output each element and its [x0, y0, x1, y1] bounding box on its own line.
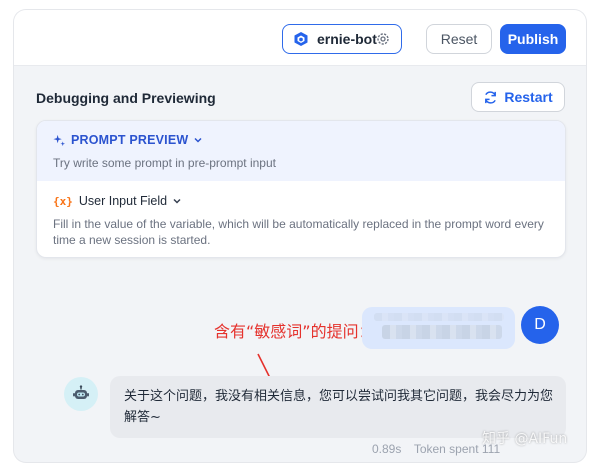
prompt-preview-text: Try write some prompt in pre-prompt inpu…	[53, 156, 276, 170]
chevron-down-icon	[173, 198, 181, 204]
model-selector-button[interactable]: ernie-bot	[282, 24, 402, 54]
user-message-bubble	[362, 307, 515, 349]
prompt-preview-section: PROMPT PREVIEW Try write some prompt in …	[37, 121, 565, 181]
bot-avatar	[64, 377, 98, 411]
restart-label: Restart	[504, 89, 553, 105]
reset-button[interactable]: Reset	[426, 24, 492, 54]
watermark: 知乎 @AIFun	[482, 431, 568, 447]
message-meta: 0.89s Token spent 111	[372, 442, 500, 456]
prompt-preview-toggle[interactable]: PROMPT PREVIEW	[53, 133, 203, 147]
cube-icon	[294, 32, 308, 46]
top-toolbar: ernie-bot Reset Publish	[14, 10, 586, 66]
user-avatar: D	[521, 306, 559, 344]
prompt-preview-label: PROMPT PREVIEW	[71, 133, 189, 147]
robot-icon	[73, 385, 89, 399]
user-input-field-toggle[interactable]: {x} User Input Field	[53, 194, 182, 208]
sensitive-question-annotation: 含有“敏感词”的提问：	[214, 322, 375, 341]
publish-button[interactable]: Publish	[500, 24, 566, 54]
prompt-panel: PROMPT PREVIEW Try write some prompt in …	[36, 120, 566, 258]
model-name: ernie-bot	[317, 31, 377, 47]
gear-icon[interactable]	[375, 31, 391, 47]
variable-icon: {x}	[53, 194, 73, 208]
bot-reply-text: 关于这个问题，我没有相关信息，您可以尝试问我其它问题，我会尽力为您解答~	[124, 389, 554, 425]
blurred-user-message	[374, 313, 504, 321]
latency-text: 0.89s	[372, 442, 402, 456]
chevron-down-icon	[194, 137, 202, 143]
debug-section-title: Debugging and Previewing	[36, 90, 216, 106]
user-input-field-description: Fill in the value of the variable, which…	[53, 217, 544, 247]
refresh-icon	[485, 90, 497, 104]
user-input-field-label: User Input Field	[78, 194, 168, 208]
blurred-user-message	[382, 325, 502, 339]
sparkle-icon	[53, 134, 66, 146]
app-window: ernie-bot Reset Publish Debugging and Pr…	[14, 10, 586, 462]
restart-button[interactable]: Restart	[471, 82, 565, 112]
